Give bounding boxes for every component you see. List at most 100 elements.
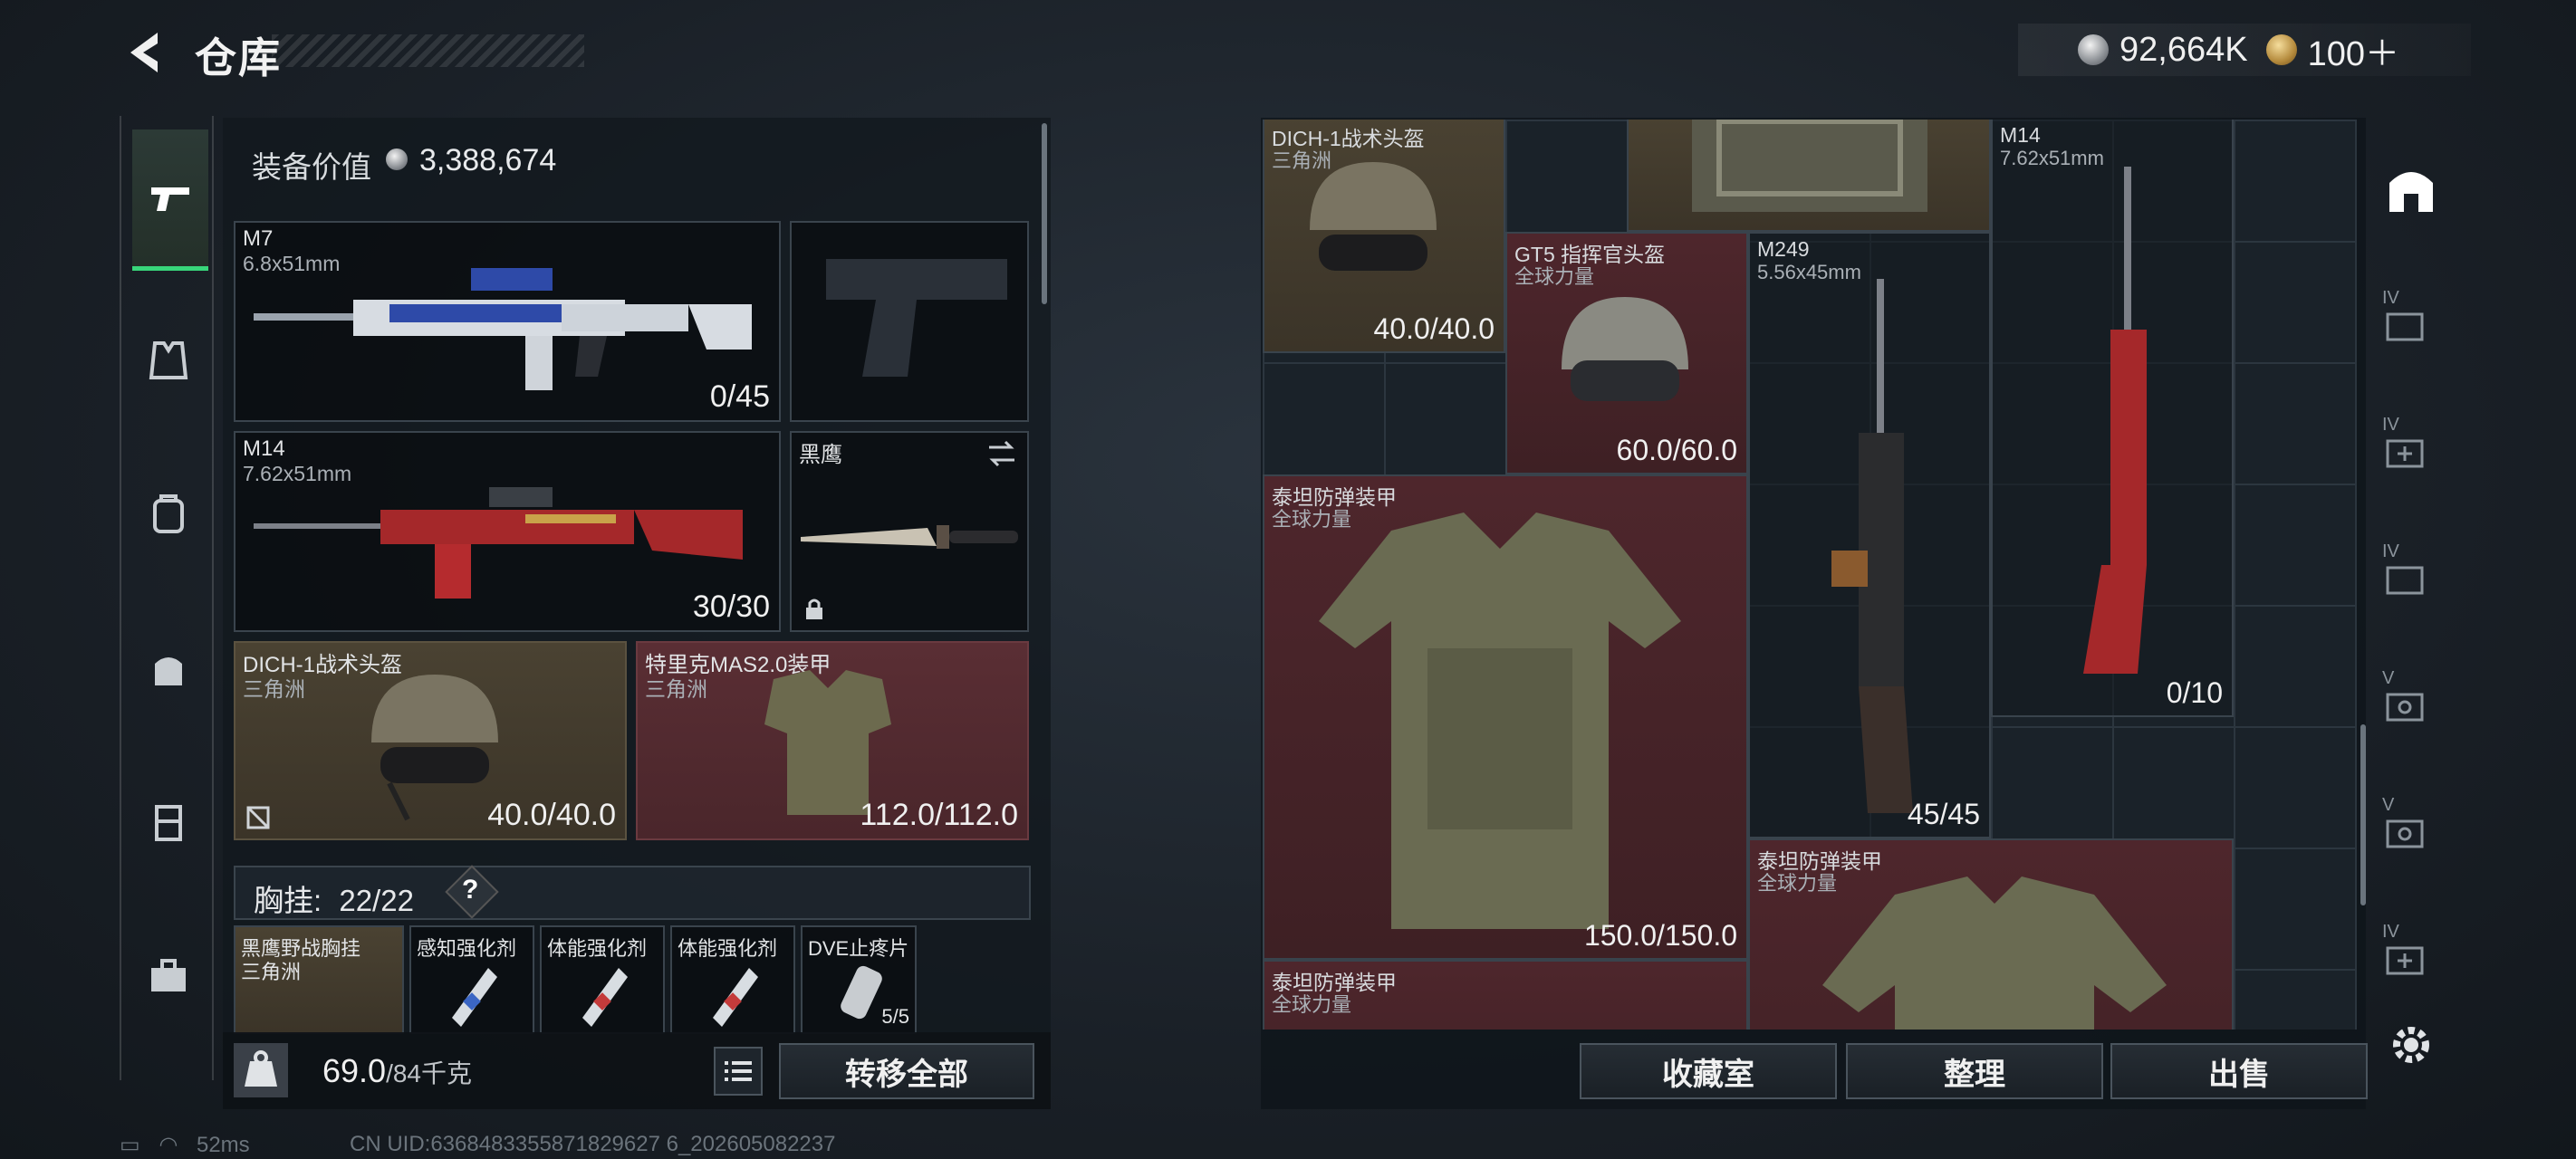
sort-button[interactable]: 整理 <box>1846 1043 2103 1099</box>
list-icon <box>725 1061 752 1081</box>
stash-tab-4c[interactable]: IV <box>2382 541 2440 599</box>
stash-item[interactable]: GT5 指挥官头盔 全球力量 60.0/60.0 <box>1505 232 1748 474</box>
tab-case[interactable] <box>132 786 205 858</box>
ammo-count: 30/30 <box>692 589 770 624</box>
chest-rig-item[interactable]: DVE止疼片 5/5 <box>801 925 917 1034</box>
gold-currency-value: 100＋ <box>2307 34 2399 73</box>
stash-tab-4[interactable]: IV <box>2382 288 2440 346</box>
pill-bottle-image <box>841 965 882 1020</box>
stash-tab-5b[interactable]: V <box>2382 795 2440 853</box>
storage-case-icon <box>2386 312 2424 341</box>
bag-icon <box>155 657 182 685</box>
loadout-tab-column <box>120 116 214 1080</box>
vest-icon <box>149 341 188 379</box>
chest-rig-item[interactable]: 体能强化剂 <box>670 925 795 1034</box>
medical-case-icon <box>2386 439 2424 468</box>
lock-icon <box>806 599 822 619</box>
stash-item-case[interactable] <box>1627 120 1991 232</box>
helmet-image <box>371 675 498 821</box>
wifi-icon: ◠ <box>159 1133 178 1157</box>
syringe-image <box>582 968 628 1027</box>
gold-coin-icon <box>2265 34 2297 65</box>
stash-grid: DICH-1战术头盔 三角洲 40.0/40.0 GT5 指挥官头盔 全球力量 … <box>1263 120 2357 1030</box>
primary-weapon-slot-1[interactable]: M7 6.8x51mm 0/45 <box>234 221 781 422</box>
tab-backpack[interactable] <box>132 478 205 551</box>
m14-rifle-image <box>254 487 743 599</box>
syringe-image <box>452 968 497 1027</box>
pistol-icon <box>151 187 189 211</box>
uid-text: CN UID:6368483355871829627 6_20260508223… <box>350 1132 836 1156</box>
case-image <box>1692 120 1927 212</box>
weight-max: /84千克 <box>386 1059 473 1087</box>
ammo-case-icon <box>2386 566 2424 595</box>
stash-item[interactable]: M249 5.56x45mm 45/45 <box>1748 232 1991 838</box>
currency-bar: 92,664K 100＋ <box>2018 24 2471 76</box>
helmet-slot[interactable]: DICH-1战术头盔 三角洲 40.0/40.0 <box>234 641 627 840</box>
case-icon <box>155 805 182 841</box>
gear-case-icon <box>2386 819 2424 848</box>
status-bar: ▭ ◠ 52ms <box>120 1132 250 1158</box>
tab-bag[interactable] <box>132 632 205 704</box>
unbound-icon <box>246 806 270 829</box>
equipment-value: 3,388,674 <box>419 143 557 177</box>
chest-rig-label: 胸挂: 22/22 <box>254 876 414 920</box>
plus-case-icon <box>2386 946 2424 975</box>
chest-rig-item[interactable]: 体能强化剂 <box>540 925 665 1034</box>
stash-item[interactable]: 泰坦防弹装甲 全球力量 150.0/150.0 <box>1263 474 1748 960</box>
pistol-slot[interactable] <box>790 221 1029 422</box>
chest-rig-item[interactable]: 感知强化剂 <box>409 925 534 1034</box>
chest-rig-title: 胸挂: <box>254 884 322 917</box>
titan-armor-image <box>1822 876 2167 1030</box>
weapon-name: M14 <box>243 436 285 461</box>
stash-item[interactable]: 泰坦防弹装甲 全球力量 <box>1748 838 2234 1030</box>
settings-gear-icon[interactable] <box>2388 1021 2435 1068</box>
helmet-image <box>1562 297 1688 401</box>
helmet-source: 三角洲 <box>243 677 305 701</box>
stash-tab-4b[interactable]: IV <box>2382 415 2440 473</box>
tab-weapons[interactable] <box>132 129 208 271</box>
armor-slot[interactable]: 特里克MAS2.0装甲 三角洲 112.0/112.0 <box>636 641 1029 840</box>
syringe-image <box>713 968 758 1027</box>
tab-toolbox[interactable] <box>132 940 205 1012</box>
ping-value: 52ms <box>196 1133 250 1157</box>
ammo-count: 0/45 <box>709 379 770 414</box>
helmet-durability: 40.0/40.0 <box>487 798 616 832</box>
stash-tab-4d[interactable]: IV <box>2382 922 2440 980</box>
m14-rifle-image <box>2083 167 2147 674</box>
stash-home-icon[interactable] <box>2382 161 2440 219</box>
stash-item[interactable]: M14 7.62x51mm 0/10 <box>1991 120 2234 717</box>
weapon-name: M7 <box>243 226 274 251</box>
stash-item[interactable]: 泰坦防弹装甲 全球力量 <box>1263 960 1748 1030</box>
armor-durability: 112.0/112.0 <box>860 798 1018 832</box>
backpack-icon <box>153 494 184 533</box>
key-case-icon <box>2386 693 2424 722</box>
battery-icon: ▭ <box>120 1133 140 1157</box>
chest-rig-item[interactable]: 黑鹰野战胸挂 三角洲 <box>234 925 404 1034</box>
toolbox-icon <box>151 959 186 991</box>
pistol-silhouette-icon <box>826 259 1007 377</box>
list-view-button[interactable] <box>714 1047 763 1096</box>
help-icon[interactable]: ? <box>462 875 478 905</box>
page-title: 仓库 <box>195 34 282 81</box>
helmet-image <box>1310 162 1437 271</box>
sell-button[interactable]: 出售 <box>2110 1043 2368 1099</box>
silver-currency-value: 92,664K <box>2119 30 2248 69</box>
collection-room-button[interactable]: 收藏室 <box>1580 1043 1837 1099</box>
swap-icon[interactable] <box>985 440 1018 467</box>
back-arrow-icon[interactable] <box>118 25 172 80</box>
primary-weapon-slot-2[interactable]: M14 7.62x51mm 30/30 <box>234 431 781 632</box>
stash-side-tabs: IV IV IV V V IV <box>2366 134 2456 1049</box>
stash-tab-5[interactable]: V <box>2382 668 2440 726</box>
chest-rig-capacity: 22/22 <box>339 884 414 917</box>
tab-vest[interactable] <box>132 324 205 397</box>
armor-source: 三角洲 <box>645 677 707 701</box>
m249-mg-image <box>1831 279 1913 813</box>
stash-scrollbar[interactable] <box>2360 724 2366 905</box>
knife-image <box>801 525 1018 549</box>
weight-current: 69.0 <box>322 1052 387 1089</box>
melee-slot[interactable]: 黑鹰 <box>790 431 1029 632</box>
transfer-all-button[interactable]: 转移全部 <box>779 1043 1034 1099</box>
loadout-scrollbar[interactable] <box>1042 123 1047 304</box>
equipment-value-label: 装备价值 <box>252 150 371 184</box>
stash-item[interactable]: DICH-1战术头盔 三角洲 40.0/40.0 <box>1263 120 1505 353</box>
